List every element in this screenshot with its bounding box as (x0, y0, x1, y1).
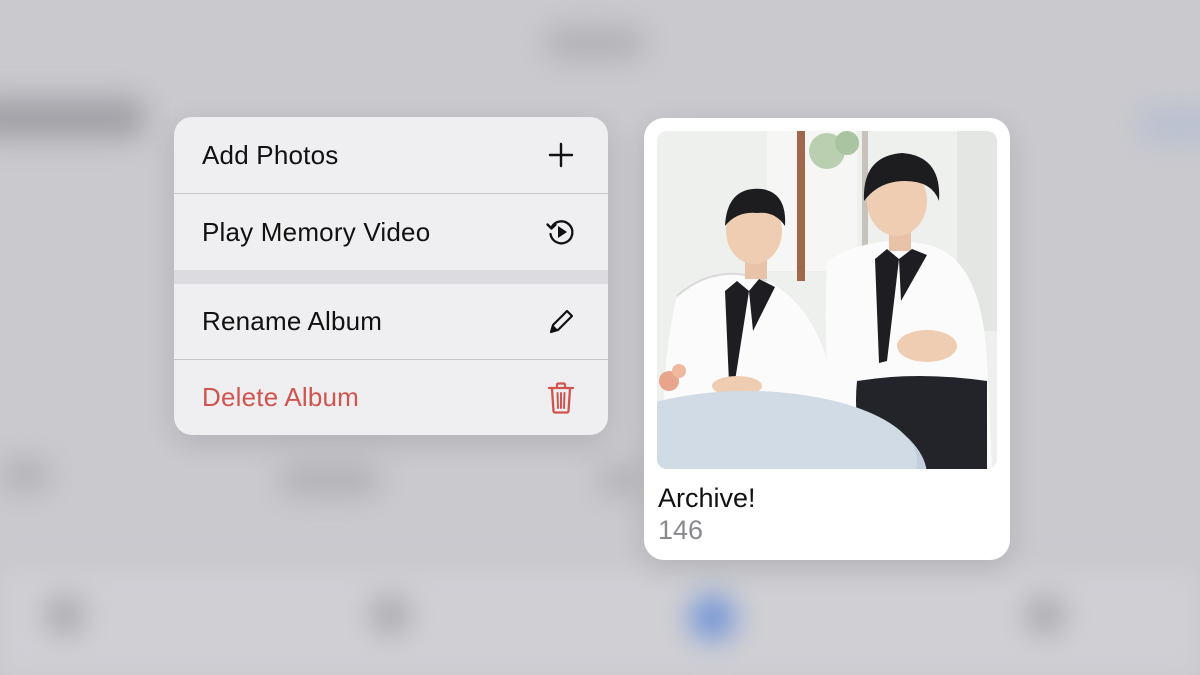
rename-album-button[interactable]: Rename Album (174, 284, 608, 359)
play-memory-video-label: Play Memory Video (202, 216, 431, 247)
album-title: Archive! (658, 483, 756, 513)
bg-tab-icon (1025, 595, 1065, 635)
bg-row-item (0, 460, 50, 490)
memory-play-icon (544, 215, 578, 249)
album-preview-card[interactable]: Archive! 146 (644, 118, 1010, 560)
bg-row-item (280, 465, 380, 495)
bg-tab-bar (0, 570, 1200, 675)
bg-nav-title (545, 28, 645, 58)
add-photos-button[interactable]: Add Photos (174, 117, 608, 193)
bg-tab-icon (370, 595, 410, 635)
menu-group-separator (174, 270, 608, 284)
bg-row-item (600, 465, 640, 495)
bg-tab-icon (690, 595, 735, 640)
delete-album-label: Delete Album (202, 382, 360, 412)
play-memory-video-button[interactable]: Play Memory Video (174, 194, 608, 270)
album-photo-count: 146 (658, 515, 704, 545)
rename-album-label: Rename Album (202, 306, 383, 336)
delete-album-button[interactable]: Delete Album (174, 360, 608, 435)
trash-icon (544, 381, 578, 415)
pencil-icon (544, 305, 578, 339)
bg-tab-icon (45, 595, 85, 635)
bg-large-heading (0, 98, 145, 138)
add-photos-label: Add Photos (202, 139, 339, 170)
bg-nav-button (1140, 110, 1200, 140)
album-cover-photo (657, 131, 997, 469)
context-menu: Add Photos Play Memory Video Rename Albu… (174, 117, 608, 435)
screen: Add Photos Play Memory Video Rename Albu… (0, 0, 1200, 675)
plus-icon (544, 138, 578, 172)
